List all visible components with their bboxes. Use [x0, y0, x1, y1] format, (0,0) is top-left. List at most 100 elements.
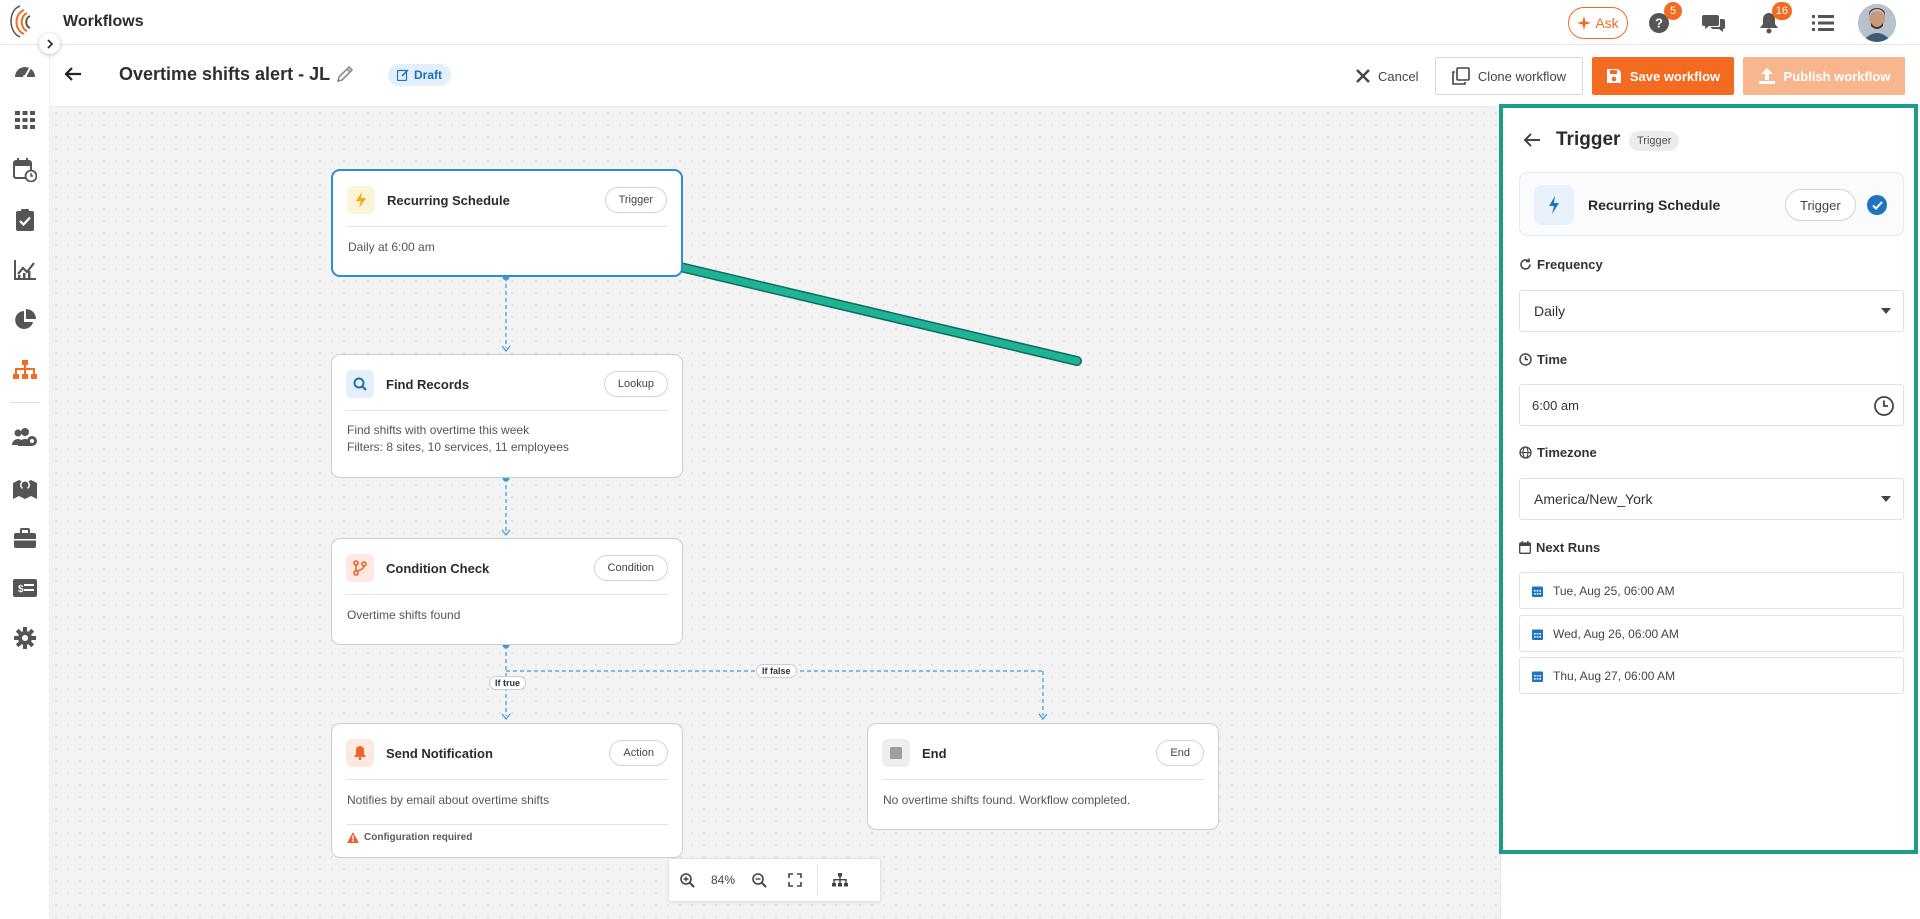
branch-icon: [346, 554, 374, 582]
zoom-toolbar: 84%: [668, 858, 881, 902]
selected-trigger-card[interactable]: Recurring Schedule Trigger: [1519, 172, 1904, 236]
node-type-badge: Lookup: [603, 371, 668, 397]
nav-apps[interactable]: [12, 107, 38, 133]
calendar-icon: [1532, 586, 1543, 597]
node-recurring-schedule[interactable]: Recurring Schedule Trigger Daily at 6:00…: [331, 169, 683, 277]
notifications-button[interactable]: 16: [1756, 2, 1792, 36]
invoice-icon: $: [13, 579, 37, 597]
fit-view-button[interactable]: [777, 858, 813, 902]
sparkle-icon: [1577, 16, 1592, 30]
sidebar-expand-button[interactable]: [39, 33, 60, 54]
workflow-header: Overtime shifts alert - JL Draft Cancel …: [50, 45, 1920, 107]
chat-button[interactable]: [1701, 10, 1727, 36]
next-run-item: Thu, Aug 27, 06:00 AM: [1519, 657, 1904, 694]
node-title: Recurring Schedule: [387, 192, 510, 208]
list-icon: [1812, 15, 1834, 31]
frequency-label: Frequency: [1519, 257, 1603, 272]
nav-reports[interactable]: [12, 307, 38, 333]
nav-billing[interactable]: $: [12, 575, 38, 601]
node-divider: [882, 779, 1204, 780]
calendar-icon: [1532, 671, 1543, 682]
node-find-records[interactable]: Find Records Lookup Find shifts with ove…: [331, 354, 683, 478]
bolt-icon: [1534, 185, 1574, 225]
app-title: Workflows: [63, 13, 144, 30]
line-chart-icon: [14, 260, 36, 280]
zoom-in-button[interactable]: [669, 858, 705, 902]
nav-users[interactable]: [12, 425, 38, 451]
node-condition-check[interactable]: Condition Check Condition Overtime shift…: [331, 538, 683, 645]
node-type-badge: Trigger: [604, 187, 667, 213]
edit-title-button[interactable]: [334, 63, 356, 85]
grid-icon: [15, 111, 35, 129]
node-description: Overtime shifts found: [347, 608, 461, 622]
nav-schedule[interactable]: [12, 157, 38, 183]
clock-icon[interactable]: [1873, 395, 1895, 417]
upload-icon: [1758, 68, 1775, 84]
svg-text:?: ?: [1655, 16, 1663, 31]
nav-divider: [10, 402, 40, 403]
node-divider: [346, 594, 668, 595]
help-button[interactable]: ? 5: [1646, 2, 1682, 36]
cancel-label: Cancel: [1378, 68, 1419, 84]
time-label: Time: [1519, 352, 1567, 367]
pie-chart-icon: [15, 309, 36, 329]
nav-map[interactable]: [12, 475, 38, 501]
user-avatar[interactable]: [1858, 4, 1896, 42]
node-description: Daily at 6:00 am: [348, 240, 435, 254]
left-navigation-rail: $: [0, 45, 50, 919]
timezone-select[interactable]: America/New_York: [1519, 478, 1904, 520]
warning-icon: [347, 832, 359, 843]
clone-label: Clone workflow: [1477, 68, 1567, 84]
app-logo[interactable]: [10, 4, 40, 40]
panel-badge: Trigger: [1629, 131, 1680, 151]
trigger-card-title: Recurring Schedule: [1588, 197, 1721, 213]
cancel-button[interactable]: Cancel: [1346, 59, 1428, 93]
trigger-card-type: Trigger: [1785, 189, 1856, 221]
frequency-label-text: Frequency: [1537, 257, 1603, 272]
next-runs-label: Next Runs: [1519, 540, 1600, 555]
globe-icon: [1519, 446, 1532, 459]
zoom-out-button[interactable]: [741, 858, 777, 902]
node-type-badge: Action: [609, 740, 668, 766]
zoom-out-icon: [751, 872, 767, 888]
save-workflow-button[interactable]: Save workflow: [1592, 57, 1734, 95]
nav-dashboard[interactable]: [12, 57, 38, 83]
copy-icon: [1452, 67, 1470, 85]
timezone-label: Timezone: [1519, 445, 1597, 460]
time-label-text: Time: [1537, 352, 1568, 367]
node-send-notification[interactable]: Send Notification Action Notifies by ema…: [331, 723, 683, 858]
panel-title: Trigger: [1556, 129, 1621, 150]
ask-button[interactable]: Ask: [1568, 7, 1628, 39]
trigger-settings-panel: Trigger Trigger Recurring Schedule Trigg…: [1500, 107, 1920, 919]
arrow-left-icon: [1523, 133, 1540, 147]
save-label: Save workflow: [1629, 68, 1721, 84]
menu-list-button[interactable]: [1810, 10, 1836, 36]
publish-workflow-button[interactable]: Publish workflow: [1743, 57, 1905, 95]
timezone-value: America/New_York: [1534, 491, 1653, 507]
nav-settings[interactable]: [12, 625, 38, 651]
frequency-select[interactable]: Daily: [1519, 290, 1904, 332]
workflow-canvas[interactable]: [50, 107, 1500, 919]
clone-workflow-button[interactable]: Clone workflow: [1435, 57, 1583, 95]
nav-analytics[interactable]: [12, 257, 38, 283]
node-end[interactable]: End End No overtime shifts found. Workfl…: [867, 723, 1219, 830]
gear-icon: [14, 627, 36, 649]
workflow-title: Overtime shifts alert - JL: [119, 64, 331, 84]
clipboard-check-icon: [16, 209, 34, 231]
back-button[interactable]: [62, 63, 84, 85]
calendar-clock-icon: [13, 158, 37, 182]
time-input[interactable]: 6:00 am: [1519, 384, 1904, 426]
edit-icon: [397, 69, 409, 81]
chevron-down-icon: [1881, 496, 1891, 502]
node-description: Notifies by email about overtime shifts: [347, 793, 550, 807]
edge-label-if-true: If true: [489, 676, 527, 690]
node-type-badge: Condition: [593, 555, 668, 581]
nav-workflows[interactable]: [12, 357, 38, 383]
speedometer-icon: [15, 67, 35, 79]
top-bar: Workflows Ask ? 5 16: [0, 0, 1920, 45]
panel-back-button[interactable]: [1521, 129, 1543, 151]
auto-layout-button[interactable]: [822, 858, 858, 902]
nav-tasks[interactable]: [12, 207, 38, 233]
sitemap-icon: [832, 873, 848, 887]
nav-jobs[interactable]: [12, 525, 38, 551]
